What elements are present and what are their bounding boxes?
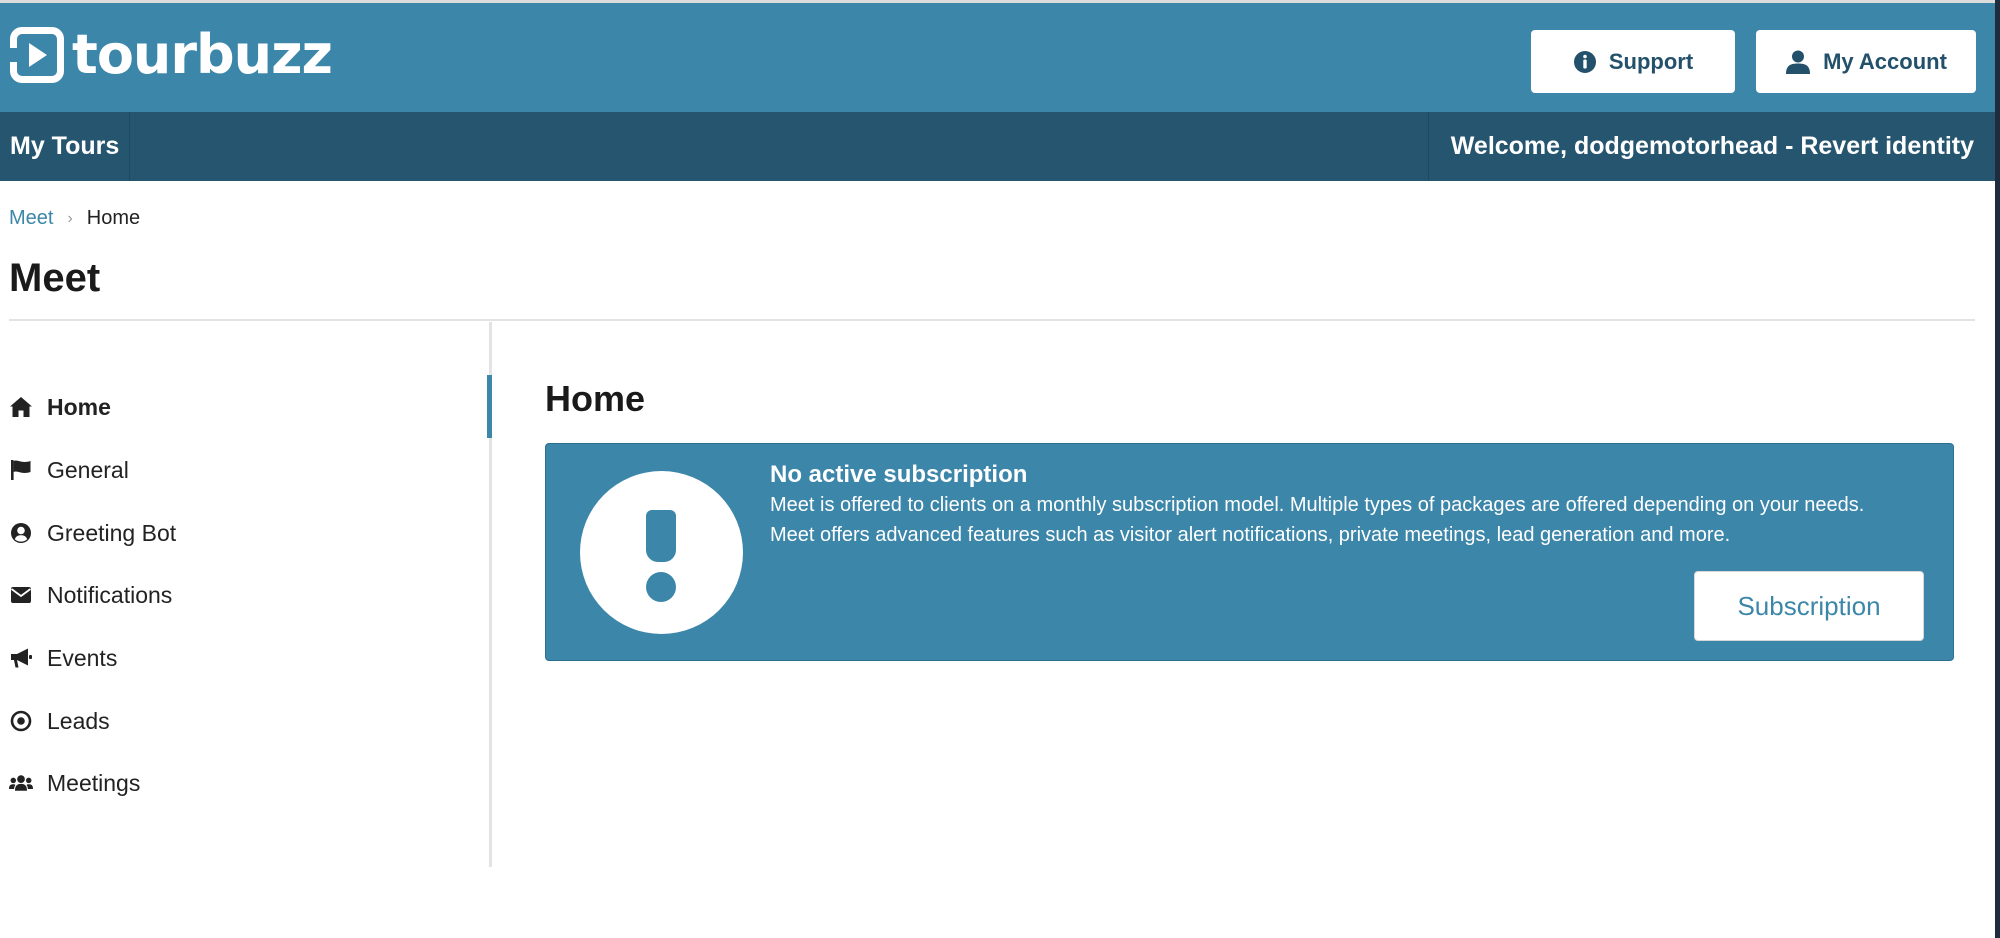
- app-window: tourbuzz Support My Account My Tours Wel…: [0, 0, 2000, 938]
- chevron-right-icon: ›: [67, 209, 73, 227]
- sidebar-item-notifications[interactable]: Notifications: [9, 575, 172, 615]
- envelope-icon: [9, 586, 33, 604]
- subscription-alert: No active subscription Meet is offered t…: [545, 443, 1954, 661]
- users-icon: [9, 773, 33, 793]
- sidebar-item-events[interactable]: Events: [9, 638, 117, 678]
- top-header: tourbuzz Support My Account: [0, 0, 1995, 112]
- sidebar-item-label: Greeting Bot: [47, 519, 177, 546]
- home-icon: [9, 396, 33, 418]
- support-label: Support: [1608, 48, 1694, 74]
- user-circle-icon: [9, 522, 33, 544]
- subscription-button[interactable]: Subscription: [1694, 571, 1924, 641]
- exclamation-icon: [580, 471, 743, 634]
- title-divider: [9, 319, 1975, 321]
- sidebar-item-label: Meetings: [47, 769, 141, 796]
- sidebar-item-label: General: [47, 456, 129, 483]
- breadcrumb-current: Home: [86, 207, 141, 229]
- breadcrumb: Meet › Home: [9, 207, 140, 230]
- breadcrumb-meet-link[interactable]: Meet: [9, 207, 53, 230]
- sidebar-item-label: Home: [47, 393, 111, 420]
- my-account-button[interactable]: My Account: [1756, 30, 1976, 93]
- page-title: Meet: [9, 256, 101, 300]
- logo-play-icon: [9, 27, 64, 83]
- alert-description-line-2: Meet offers advanced features such as vi…: [770, 524, 1731, 546]
- support-button[interactable]: Support: [1531, 30, 1735, 93]
- bullhorn-icon: [9, 647, 33, 669]
- sidebar-active-indicator: [487, 375, 492, 438]
- sidebar-item-home[interactable]: Home: [9, 387, 111, 427]
- logo-text: tourbuzz: [72, 23, 333, 86]
- user-icon: [1785, 49, 1811, 75]
- tourbuzz-logo[interactable]: tourbuzz: [9, 23, 333, 86]
- target-icon: [9, 710, 33, 732]
- window-edge: [1995, 0, 2000, 938]
- sidebar-item-label: Notifications: [47, 581, 173, 608]
- sidebar-item-greeting-bot[interactable]: Greeting Bot: [9, 513, 176, 553]
- sidebar-item-general[interactable]: General: [9, 450, 129, 490]
- sidebar-item-meetings[interactable]: Meetings: [9, 763, 140, 803]
- secondary-navbar: My Tours Welcome, dodgemotorhead - Rever…: [0, 112, 1995, 181]
- welcome-revert-identity[interactable]: Welcome, dodgemotorhead - Revert identit…: [1427, 112, 1974, 181]
- sidebar-item-leads[interactable]: Leads: [9, 701, 110, 741]
- info-circle-icon: [1573, 50, 1597, 74]
- sidebar-item-label: Leads: [47, 707, 110, 734]
- my-account-label: My Account: [1823, 48, 1947, 74]
- sidebar-item-label: Events: [47, 644, 118, 671]
- content-title: Home: [545, 378, 646, 419]
- nav-my-tours[interactable]: My Tours: [0, 112, 131, 181]
- alert-heading: No active subscription: [770, 461, 1028, 488]
- flag-icon: [9, 459, 33, 481]
- alert-description-line-1: Meet is offered to clients on a monthly …: [770, 494, 1865, 516]
